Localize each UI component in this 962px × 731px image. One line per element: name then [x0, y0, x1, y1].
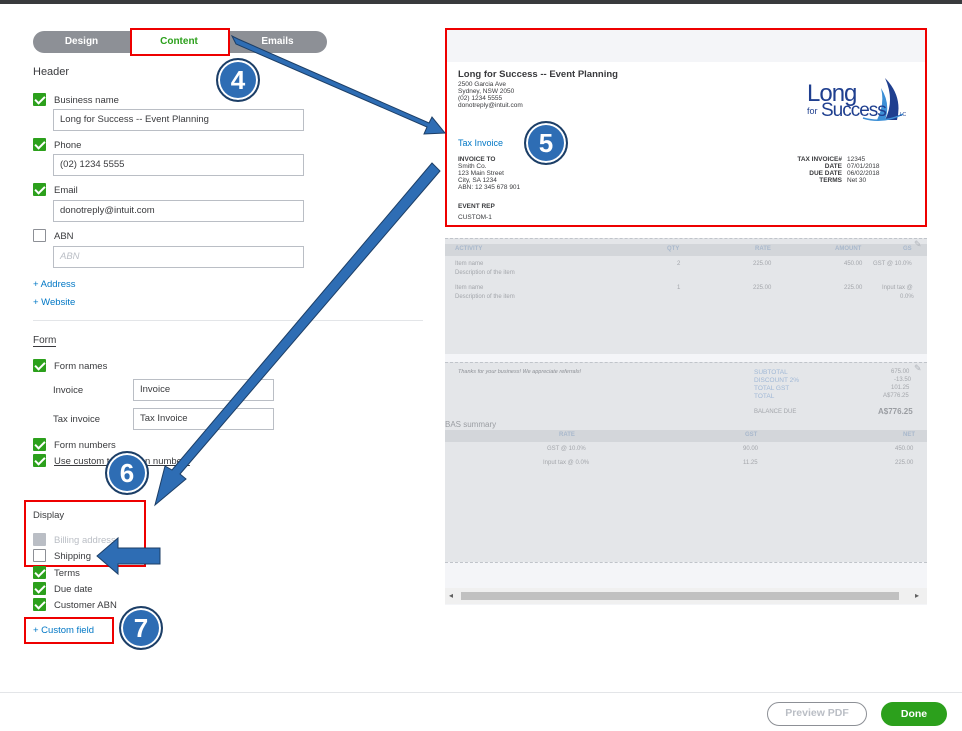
arrow-to-shipping-icon — [96, 536, 161, 576]
callout-badge: 5 — [524, 121, 568, 165]
arrow-to-preview-icon — [230, 34, 447, 135]
footer-divider — [0, 692, 962, 693]
done-button[interactable]: Done — [881, 702, 947, 726]
callout-badge: 4 — [216, 58, 260, 102]
callout-badge: 7 — [119, 606, 163, 650]
callout-badge: 6 — [105, 451, 149, 495]
preview-pdf-button[interactable]: Preview PDF — [767, 702, 867, 726]
customize-form-window: Design Content Emails Header Business na… — [0, 0, 962, 731]
arrow-to-display-icon — [154, 162, 441, 507]
